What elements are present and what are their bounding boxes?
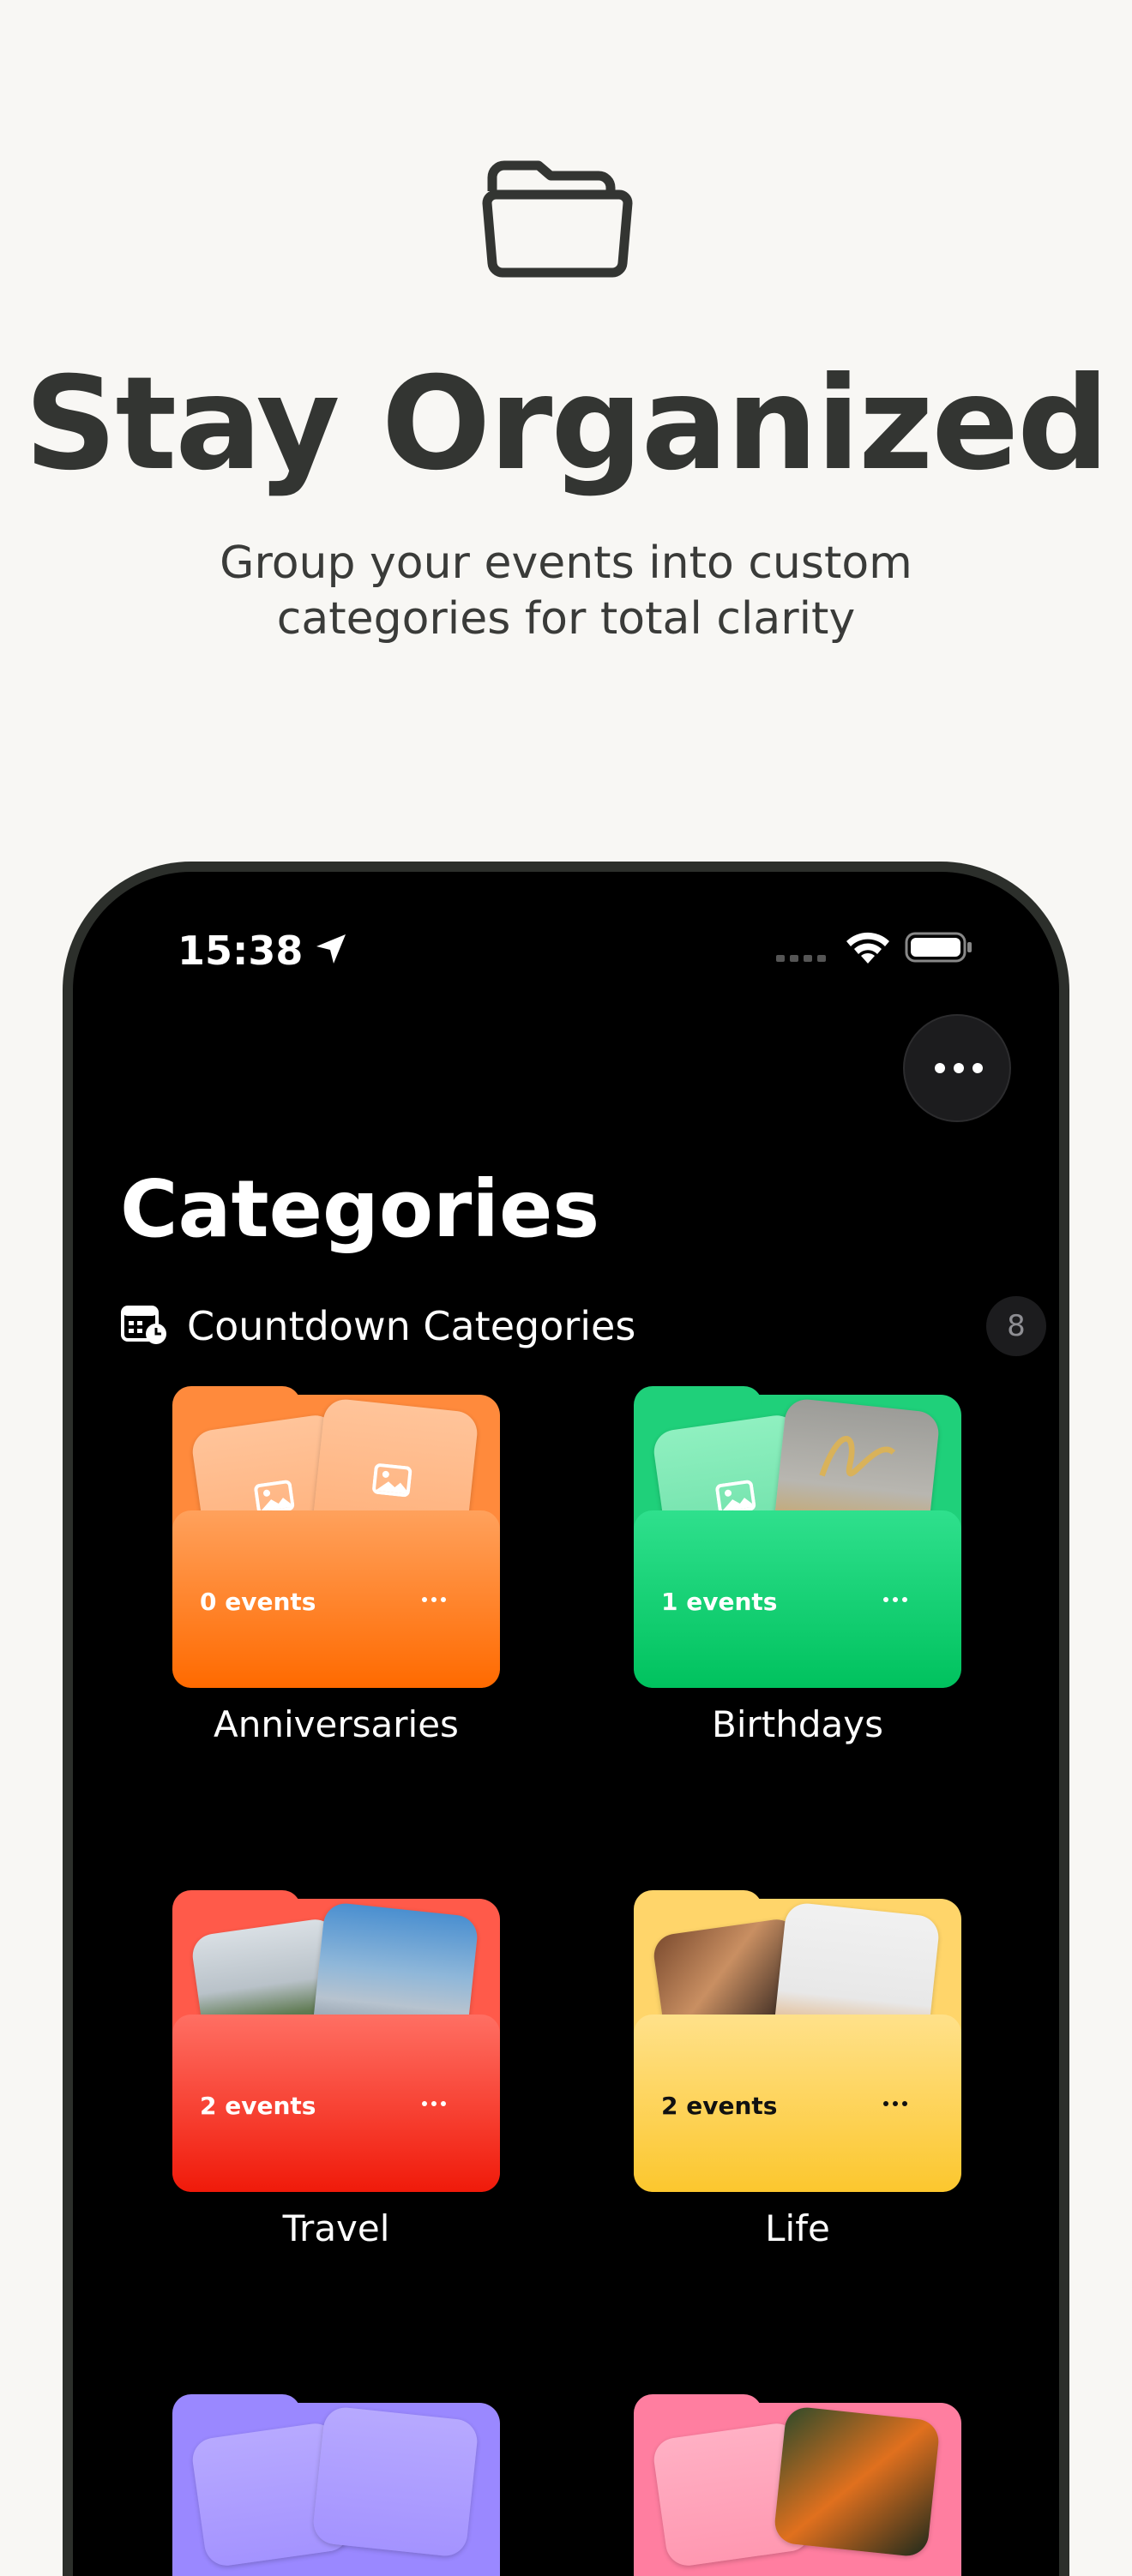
- hero-subtitle: Group your events into custom categories…: [172, 536, 960, 647]
- category-label: Birthdays: [712, 1703, 883, 1745]
- section-header: Countdown Categories 8: [120, 1296, 1046, 1356]
- event-count: 2 events: [661, 2092, 778, 2120]
- event-count: 2 events: [200, 2092, 316, 2120]
- hero-subtitle-line: categories for total clarity: [276, 593, 856, 645]
- calendar-clock-icon: [121, 1306, 166, 1344]
- wifi-icon: [846, 932, 889, 964]
- category-label: Life: [765, 2207, 830, 2249]
- category-folder-anniversaries[interactable]: 0 events: [172, 1386, 500, 1688]
- category-folder-birthdays[interactable]: 1 events: [634, 1386, 961, 1688]
- category-folder-partial[interactable]: [172, 2394, 500, 2576]
- location-arrow-icon: [316, 934, 346, 964]
- folder-front: 2 events: [634, 2015, 961, 2192]
- status-bar: 15:38: [73, 910, 1059, 1005]
- ellipsis-icon[interactable]: [421, 2100, 447, 2107]
- status-time: 15:38: [178, 928, 304, 974]
- event-count: 1 events: [661, 1588, 778, 1616]
- event-photo-halloween: [773, 2405, 941, 2558]
- cake-topper-icon: [819, 1436, 896, 1477]
- event-card: [311, 2405, 479, 2558]
- section-label: Countdown Categories: [187, 1303, 636, 1349]
- category-folder-life[interactable]: 2 events: [634, 1890, 961, 2192]
- phone-screen: 15:38 Categories Countdown Categories 8 …: [73, 872, 1059, 2576]
- ellipsis-icon: [935, 1063, 983, 1073]
- image-placeholder-icon: [372, 1463, 412, 1498]
- folder-front: 0 events: [172, 1510, 500, 1688]
- category-folder-travel[interactable]: 2 events: [172, 1890, 500, 2192]
- category-folder-partial[interactable]: [634, 2394, 961, 2576]
- folder-front: 2 events: [172, 2015, 500, 2192]
- hero-title: Stay Organized: [24, 350, 1109, 499]
- folder-icon: [482, 160, 633, 278]
- ellipsis-icon[interactable]: [421, 1596, 447, 1603]
- phone-frame: 15:38 Categories Countdown Categories 8 …: [63, 862, 1069, 2576]
- page-title: Categories: [120, 1163, 600, 1255]
- more-options-button[interactable]: [903, 1014, 1011, 1122]
- folder-front: 1 events: [634, 1510, 961, 1688]
- category-label: Anniversaries: [214, 1703, 459, 1745]
- battery-icon: [905, 932, 972, 963]
- cellular-signal-icon: [776, 955, 826, 962]
- event-count: 0 events: [200, 1588, 316, 1616]
- ellipsis-icon[interactable]: [882, 1596, 908, 1603]
- hero-subtitle-line: Group your events into custom: [220, 537, 912, 589]
- category-count-badge: 8: [986, 1296, 1046, 1356]
- category-label: Travel: [282, 2207, 390, 2249]
- ellipsis-icon[interactable]: [882, 2100, 908, 2107]
